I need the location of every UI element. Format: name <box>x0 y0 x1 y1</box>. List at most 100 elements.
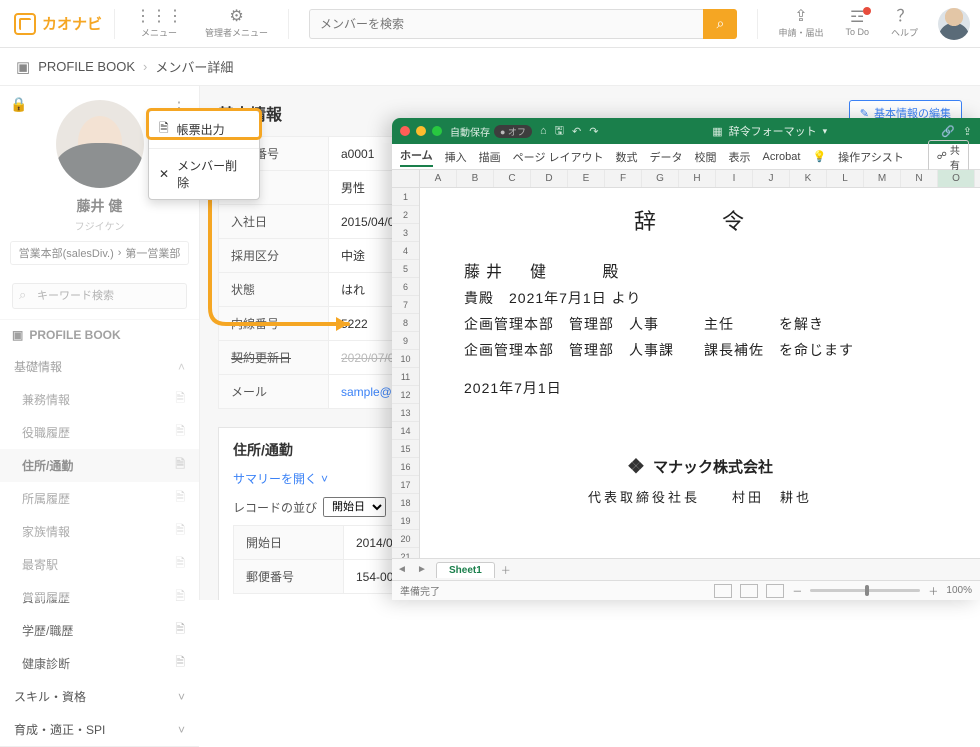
col-header[interactable]: G <box>642 170 679 187</box>
sidebar-item[interactable]: 健康診断🗎 <box>0 647 199 680</box>
sheet-tab-1[interactable]: Sheet1 <box>436 562 495 578</box>
ribbon-tab-review[interactable]: 校閲 <box>695 149 717 165</box>
excel-row-headers[interactable]: 12345678910111213141516171819202122 <box>392 188 420 558</box>
undo-icon[interactable]: ↶ <box>572 125 581 138</box>
breadcrumb-root[interactable]: PROFILE BOOK <box>38 59 135 74</box>
sidebar-group-basic[interactable]: 基礎情報 ˄ <box>0 350 199 383</box>
row-header[interactable]: 8 <box>392 314 419 332</box>
zoom-slider[interactable] <box>810 589 920 592</box>
sidebar-group-skill[interactable]: スキル・資格 ˅ <box>0 680 199 713</box>
window-controls[interactable] <box>400 126 442 136</box>
row-header[interactable]: 19 <box>392 512 419 530</box>
row-header[interactable]: 1 <box>392 188 419 206</box>
add-sheet-button[interactable]: ＋ <box>501 562 511 577</box>
col-header[interactable]: M <box>864 170 901 187</box>
ribbon-tab-acrobat[interactable]: Acrobat <box>763 151 801 163</box>
row-header[interactable]: 21 <box>392 548 419 558</box>
link-icon[interactable]: 🔗 <box>941 125 955 138</box>
sidebar-item[interactable]: 家族情報🗎 <box>0 515 199 548</box>
row-header[interactable]: 12 <box>392 386 419 404</box>
col-header[interactable]: K <box>790 170 827 187</box>
search-button[interactable]: ⌕ <box>703 9 737 39</box>
help-button[interactable]: ？ ヘルプ <box>883 7 926 41</box>
row-header[interactable]: 7 <box>392 296 419 314</box>
col-header[interactable]: D <box>531 170 568 187</box>
col-header[interactable]: I <box>716 170 753 187</box>
row-header[interactable]: 11 <box>392 368 419 386</box>
col-header[interactable]: H <box>679 170 716 187</box>
excel-sheet-area[interactable]: 辞 令 藤井 健 殿 貴殿 2021年7月1日 より 企画管理本部 管理部 人事… <box>420 188 980 558</box>
row-header[interactable]: 15 <box>392 440 419 458</box>
row-header[interactable]: 6 <box>392 278 419 296</box>
sidebar-item[interactable]: 住所/通勤🗎 <box>0 449 199 482</box>
row-header[interactable]: 18 <box>392 494 419 512</box>
ribbon-tab-insert[interactable]: 挿入 <box>445 149 467 165</box>
row-header[interactable]: 17 <box>392 476 419 494</box>
row-header[interactable]: 3 <box>392 224 419 242</box>
col-header[interactable]: A <box>420 170 457 187</box>
delete-member-item[interactable]: ✕ メンバー削除 <box>149 148 259 199</box>
col-header[interactable]: J <box>753 170 790 187</box>
minimize-window-icon[interactable] <box>416 126 426 136</box>
order-select[interactable]: 開始日 <box>323 497 386 517</box>
home-icon[interactable]: ⌂ <box>540 125 547 137</box>
save-icon[interactable]: 🖫 <box>555 122 564 141</box>
sidebar-search-input[interactable] <box>12 283 187 309</box>
sidebar-item[interactable]: 所属履歴🗎 <box>0 482 199 515</box>
excel-app-icon: ▦ <box>712 125 722 138</box>
zoom-out-button[interactable]: － <box>792 583 802 598</box>
sidebar-item[interactable]: 賞罰履歴🗎 <box>0 581 199 614</box>
col-header[interactable]: L <box>827 170 864 187</box>
redo-icon[interactable]: ↷ <box>589 125 598 138</box>
sidebar-item[interactable]: 最寄駅🗎 <box>0 548 199 581</box>
col-header[interactable]: E <box>568 170 605 187</box>
ribbon-tab-formula[interactable]: 数式 <box>616 149 638 165</box>
apply-button[interactable]: ⇪ 申請・届出 <box>770 7 831 41</box>
view-page-icon[interactable] <box>740 584 758 598</box>
current-user-avatar[interactable] <box>938 8 970 40</box>
col-header[interactable]: C <box>494 170 531 187</box>
row-header[interactable]: 5 <box>392 260 419 278</box>
view-normal-icon[interactable] <box>714 584 732 598</box>
admin-menu-button[interactable]: ⚙ 管理者メニュー <box>197 7 276 41</box>
chevron-down-icon[interactable]: ▾ <box>823 126 828 137</box>
brand-logo[interactable]: カオナビ <box>14 13 102 35</box>
close-window-icon[interactable] <box>400 126 410 136</box>
autosave-toggle[interactable]: 自動保存 ● オフ <box>450 124 532 139</box>
zoom-in-button[interactable]: ＋ <box>928 583 938 598</box>
todo-button[interactable]: ☲ To Do <box>837 8 877 39</box>
row-header[interactable]: 2 <box>392 206 419 224</box>
col-header[interactable]: N <box>901 170 938 187</box>
row-header[interactable]: 10 <box>392 350 419 368</box>
row-header[interactable]: 4 <box>392 242 419 260</box>
sheet-nav-prev[interactable]: ◄ <box>392 564 412 575</box>
export-report-item[interactable]: 🗎 帳票出力 <box>149 111 259 148</box>
row-header[interactable]: 20 <box>392 530 419 548</box>
operation-assist[interactable]: 操作アシスト <box>838 149 904 165</box>
row-header[interactable]: 14 <box>392 422 419 440</box>
sidebar-item[interactable]: 兼務情報🗎 <box>0 383 199 416</box>
ribbon-tab-draw[interactable]: 描画 <box>479 149 501 165</box>
share-icon[interactable]: ⇪ <box>963 125 972 138</box>
view-break-icon[interactable] <box>766 584 784 598</box>
sheet-nav-next[interactable]: ► <box>412 564 432 575</box>
sidebar-group-fit[interactable]: 育成・適正・SPI ˅ <box>0 713 199 747</box>
search-input[interactable] <box>309 9 703 39</box>
maximize-window-icon[interactable] <box>432 126 442 136</box>
col-header[interactable]: F <box>605 170 642 187</box>
row-header[interactable]: 13 <box>392 404 419 422</box>
row-header[interactable]: 16 <box>392 458 419 476</box>
menu-button[interactable]: ⋮⋮⋮ メニュー <box>127 7 191 41</box>
col-header[interactable]: O <box>938 170 975 187</box>
excel-column-headers[interactable]: ABCDEFGHIJKLMNO <box>392 170 980 188</box>
ribbon-tab-data[interactable]: データ <box>650 149 683 165</box>
sidebar-item[interactable]: 役職履歴🗎 <box>0 416 199 449</box>
ribbon-tab-view[interactable]: 表示 <box>729 149 751 165</box>
row-header[interactable]: 9 <box>392 332 419 350</box>
col-header[interactable]: B <box>457 170 494 187</box>
member-dept[interactable]: 営業本部(salesDiv.) › 第一営業部 <box>10 241 190 265</box>
share-button[interactable]: ☍ 共有 <box>928 140 969 174</box>
ribbon-tab-home[interactable]: ホーム <box>400 147 433 167</box>
ribbon-tab-layout[interactable]: ページ レイアウト <box>513 149 604 165</box>
sidebar-item[interactable]: 学歴/職歴🗎 <box>0 614 199 647</box>
